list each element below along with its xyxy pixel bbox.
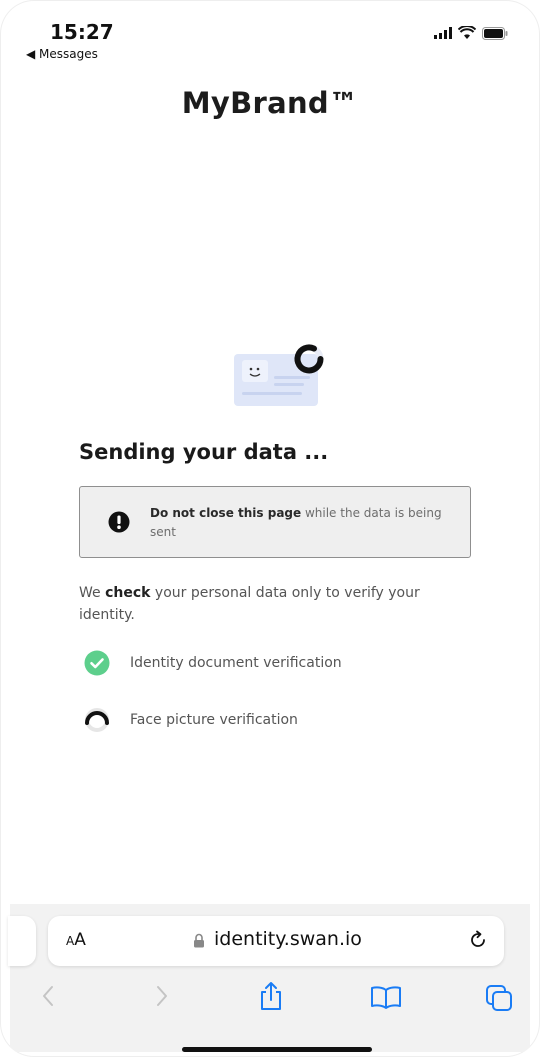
previous-tab-peek[interactable] bbox=[8, 916, 36, 966]
status-icons bbox=[434, 26, 508, 40]
info-text: We check your personal data only to veri… bbox=[79, 582, 479, 626]
brand-logo: MyBrand™ bbox=[181, 86, 359, 120]
warning-banner: Do not close this page while the data is… bbox=[79, 486, 471, 558]
id-card-illustration bbox=[234, 344, 324, 406]
alert-icon bbox=[108, 511, 130, 533]
reload-icon[interactable] bbox=[468, 930, 488, 950]
page-title: Sending your data ... bbox=[79, 440, 329, 464]
info-text-before: We bbox=[79, 585, 106, 601]
text-size-small-a: A bbox=[66, 934, 75, 948]
warning-text: Do not close this page while the data is… bbox=[150, 504, 462, 542]
url-text: identity.swan.io bbox=[214, 928, 362, 950]
step-label: Face picture verification bbox=[130, 712, 298, 728]
text-size-button[interactable]: AA bbox=[66, 930, 86, 950]
tabs-icon[interactable] bbox=[485, 984, 513, 1012]
back-to-messages-link[interactable]: ◀ Messages bbox=[26, 47, 98, 61]
home-indicator[interactable] bbox=[182, 1047, 372, 1052]
wifi-icon bbox=[458, 26, 476, 39]
back-icon[interactable] bbox=[40, 984, 56, 1008]
step-face-picture: Face picture verification bbox=[84, 707, 298, 733]
step-identity-document: Identity document verification bbox=[84, 650, 342, 676]
cellular-signal-icon bbox=[434, 27, 452, 39]
text-size-large-a: A bbox=[74, 930, 86, 950]
step-label: Identity document verification bbox=[130, 655, 342, 671]
lock-icon bbox=[194, 933, 204, 948]
info-text-bold: check bbox=[105, 585, 151, 601]
address-bar[interactable]: AA identity.swan.io bbox=[48, 916, 504, 966]
warning-bold-text: Do not close this page bbox=[150, 506, 302, 520]
forward-icon[interactable] bbox=[154, 984, 170, 1008]
battery-icon bbox=[482, 26, 508, 40]
phone-screen: 15:27 ◀ Messages MyBrand™ Sending your d… bbox=[0, 0, 540, 1057]
status-time: 15:27 bbox=[50, 20, 114, 44]
loading-spinner-icon bbox=[85, 708, 109, 732]
share-icon[interactable] bbox=[258, 981, 284, 1011]
bookmarks-icon[interactable] bbox=[370, 985, 402, 1009]
check-circle-icon bbox=[84, 650, 110, 676]
